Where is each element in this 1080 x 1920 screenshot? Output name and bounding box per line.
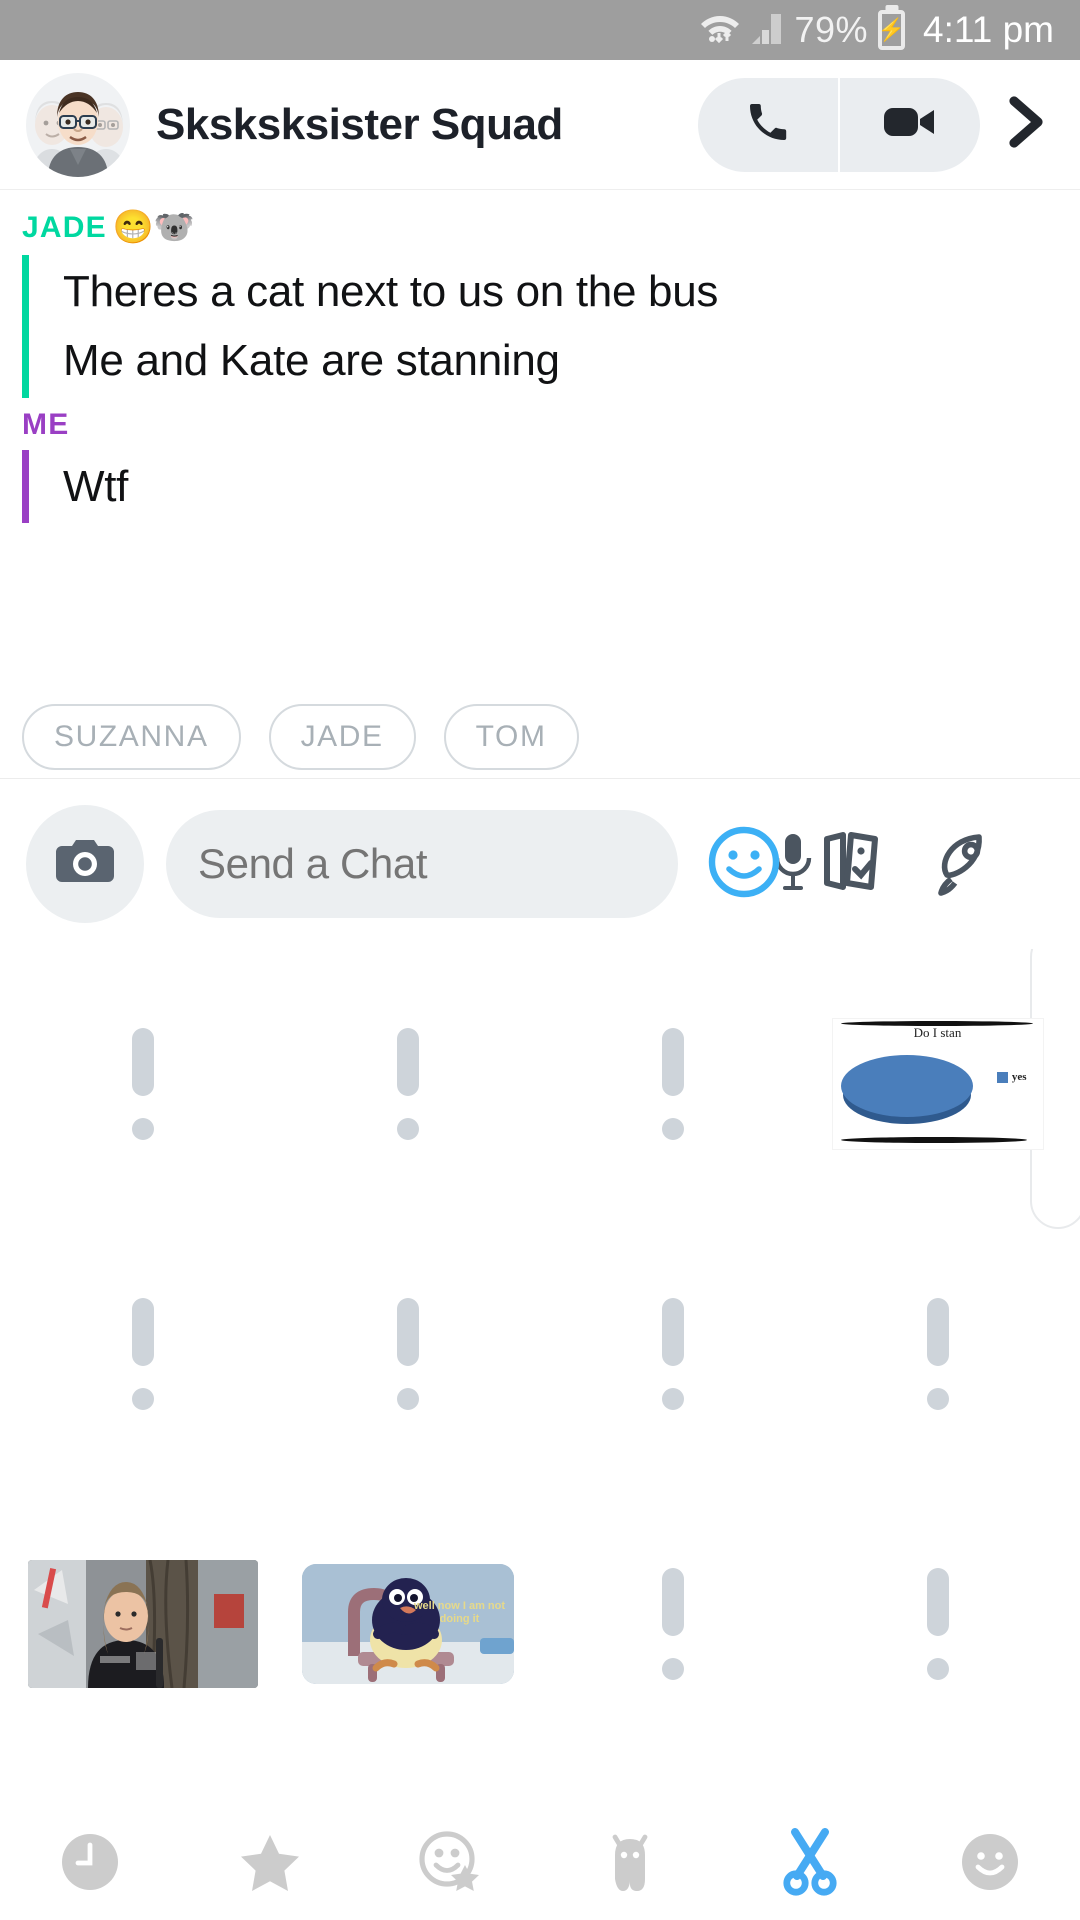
exclamation-placeholder-icon[interactable] bbox=[926, 1568, 949, 1680]
open-profile-button[interactable] bbox=[1004, 95, 1048, 154]
wifi-icon bbox=[699, 10, 741, 51]
tab-recent[interactable] bbox=[35, 1817, 145, 1911]
decor-shadow bbox=[840, 1021, 1033, 1026]
chat-input-field[interactable] bbox=[166, 810, 812, 918]
tab-ghost[interactable] bbox=[575, 1817, 685, 1911]
phone-icon bbox=[744, 98, 792, 151]
exclamation-placeholder-icon[interactable] bbox=[926, 1298, 949, 1410]
tab-bitmoji[interactable] bbox=[395, 1817, 505, 1911]
participant-chips: SUZANNA JADE TOM bbox=[0, 695, 1080, 779]
battery-percent-label: 79% bbox=[794, 9, 869, 50]
status-bar: 79% ⚡ 4:11 pm bbox=[0, 0, 1080, 60]
chat-header: Sksksksister Squad bbox=[0, 60, 1080, 190]
greta-thumbnail[interactable] bbox=[27, 1560, 258, 1688]
chat-input[interactable] bbox=[198, 840, 739, 888]
cards-button[interactable] bbox=[810, 820, 898, 908]
sticker-grid: Do I stan yes well now I am not doing it bbox=[0, 949, 1080, 1759]
message-group-me: ME Wtf bbox=[0, 408, 1080, 523]
sticker-button[interactable] bbox=[700, 820, 788, 908]
message-group-jade: JADE 😁🐨 Theres a cat next to us on the b… bbox=[0, 208, 1080, 398]
chip-suzanna[interactable]: SUZANNA bbox=[22, 703, 241, 770]
message-text: Wtf bbox=[63, 461, 129, 511]
smiley-face-icon bbox=[959, 1831, 1021, 1898]
scissors-icon bbox=[779, 1827, 841, 1901]
sender-label: ME bbox=[22, 407, 70, 441]
message-sender-name: ME bbox=[0, 408, 1080, 442]
video-camera-icon bbox=[884, 98, 936, 151]
tab-emoji[interactable] bbox=[935, 1817, 1045, 1911]
clock-label: 4:11 pm bbox=[923, 9, 1054, 50]
chip-jade[interactable]: JADE bbox=[268, 703, 416, 770]
legend-label: yes bbox=[1011, 1071, 1027, 1083]
pingu-thumbnail[interactable]: well now I am not doing it bbox=[301, 1564, 514, 1684]
pie-slice-yes bbox=[840, 1055, 973, 1117]
rocket-button[interactable] bbox=[920, 820, 1008, 908]
message-text: Theres a cat next to us on the bus bbox=[63, 267, 719, 316]
exclamation-placeholder-icon[interactable] bbox=[131, 1028, 154, 1140]
star-icon bbox=[239, 1831, 301, 1898]
pie-chart-meme-sticker[interactable]: Do I stan yes bbox=[832, 1019, 1043, 1149]
legend-swatch bbox=[996, 1071, 1008, 1083]
message-sender-name: JADE 😁🐨 bbox=[0, 208, 1080, 247]
message-list: JADE 😁🐨 Theres a cat next to us on the b… bbox=[0, 190, 1080, 695]
exclamation-placeholder-icon[interactable] bbox=[661, 1568, 684, 1680]
ghost-character-icon bbox=[599, 1831, 661, 1898]
pingu-caption: well now I am not doing it bbox=[413, 1600, 506, 1625]
status-icons bbox=[699, 10, 784, 51]
smiley-star-icon bbox=[419, 1830, 481, 1898]
chip-tom[interactable]: TOM bbox=[443, 703, 579, 770]
chat-input-bar bbox=[0, 779, 1080, 949]
call-actions bbox=[698, 77, 980, 172]
cellular-signal-icon bbox=[750, 10, 784, 51]
exclamation-placeholder-icon[interactable] bbox=[131, 1298, 154, 1410]
exclamation-placeholder-icon[interactable] bbox=[661, 1028, 684, 1140]
chart-legend: yes bbox=[996, 1071, 1027, 1083]
sender-emoji: 😁🐨 bbox=[112, 208, 196, 245]
camera-icon bbox=[56, 836, 114, 893]
clock-icon bbox=[59, 1831, 121, 1898]
rocket-icon bbox=[927, 825, 1001, 904]
page-title: Sksksksister Squad bbox=[156, 99, 563, 149]
chevron-right-icon bbox=[1004, 95, 1048, 154]
battery-charging-icon: ⚡ bbox=[878, 10, 905, 50]
exclamation-placeholder-icon[interactable] bbox=[661, 1298, 684, 1410]
tab-cutouts[interactable] bbox=[755, 1817, 865, 1911]
group-bitmoji-avatar[interactable] bbox=[26, 72, 130, 177]
smiley-sticker-icon bbox=[707, 825, 781, 904]
exclamation-placeholder-icon[interactable] bbox=[396, 1028, 419, 1140]
sender-label: JADE bbox=[22, 210, 107, 244]
voice-call-button[interactable] bbox=[698, 78, 838, 172]
message-text: Me and Kate are stanning bbox=[63, 336, 560, 386]
video-call-button[interactable] bbox=[840, 78, 980, 172]
message-bubble-jade[interactable]: Theres a cat next to us on the bus Me an… bbox=[0, 255, 1080, 398]
cards-icon bbox=[817, 825, 891, 904]
tab-favorites[interactable] bbox=[215, 1817, 325, 1911]
message-bubble-me[interactable]: Wtf bbox=[0, 449, 1080, 523]
sticker-panel: Do I stan yes well now I am not doing it bbox=[0, 949, 1080, 1829]
camera-button[interactable] bbox=[26, 805, 144, 923]
pie-chart: yes bbox=[833, 1041, 1043, 1133]
exclamation-placeholder-icon[interactable] bbox=[396, 1298, 419, 1410]
sticker-tab-bar bbox=[0, 1808, 1080, 1920]
decor-shadow bbox=[840, 1137, 1027, 1143]
